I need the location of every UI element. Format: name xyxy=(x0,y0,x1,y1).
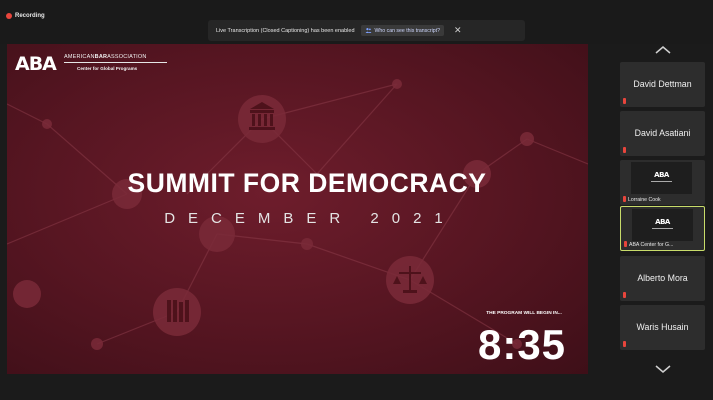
participant-tile-active-speaker[interactable]: ABA ABA Center for G... xyxy=(620,206,705,251)
mic-muted-icon xyxy=(624,241,627,247)
mic-muted-icon xyxy=(623,98,626,104)
participant-tile[interactable]: Alberto Mora xyxy=(620,256,705,301)
participant-name: David Asatiani xyxy=(634,128,691,138)
people-icon xyxy=(365,27,371,33)
participant-name: Alberto Mora xyxy=(637,273,688,283)
recording-indicator: Recording xyxy=(6,13,45,19)
top-bar: Recording Live Transcription (Closed Cap… xyxy=(0,0,713,44)
aba-org-name: AMERICANBARASSOCIATION xyxy=(64,54,147,60)
participant-tile[interactable]: David Dettman xyxy=(620,62,705,107)
chevron-down-icon[interactable] xyxy=(653,363,673,375)
participant-name: Waris Husain xyxy=(636,322,689,332)
recording-label: Recording xyxy=(15,13,45,19)
slide-title: SUMMIT FOR DEMOCRACY xyxy=(127,168,487,198)
aba-logo-divider xyxy=(652,228,673,229)
aba-logo-divider xyxy=(651,181,672,182)
aba-logo: ABA xyxy=(15,53,57,75)
chevron-up-icon[interactable] xyxy=(653,44,673,56)
participant-name: David Dettman xyxy=(633,79,692,89)
shared-screen: ABA AMERICANBARASSOCIATION Center for Gl… xyxy=(7,44,588,374)
aba-logo: ABA xyxy=(655,218,670,226)
recording-dot-icon xyxy=(6,13,12,19)
participant-video: ABA xyxy=(631,162,692,194)
mic-muted-icon xyxy=(623,292,626,298)
close-icon[interactable]: ✕ xyxy=(454,26,462,35)
countdown-timer: 8:35 xyxy=(477,321,567,368)
participant-tile[interactable]: ABA Lorraine Cook xyxy=(620,160,705,205)
mic-muted-icon xyxy=(623,341,626,347)
participant-sidebar: David Dettman David Asatiani ABA Lorrain… xyxy=(616,37,713,400)
aba-logo: ABA xyxy=(654,171,669,179)
who-can-see-transcript-label: Who can see this transcript? xyxy=(374,27,440,34)
aba-org-subtitle: Center for Global Programs xyxy=(77,66,138,71)
transcription-banner-text: Live Transcription (Closed Captioning) h… xyxy=(216,27,355,34)
participant-name: Lorraine Cook xyxy=(628,197,661,203)
mic-muted-icon xyxy=(623,196,626,202)
transcription-banner: Live Transcription (Closed Captioning) h… xyxy=(208,20,525,41)
aba-logo-divider xyxy=(64,62,167,63)
countdown-label: THE PROGRAM WILL BEGIN IN... xyxy=(486,311,562,316)
participant-tile[interactable]: Waris Husain xyxy=(620,305,705,350)
participant-tile[interactable]: David Asatiani xyxy=(620,111,705,156)
mic-muted-icon xyxy=(623,147,626,153)
slide-subtitle: DECEMBER 2021 xyxy=(164,210,456,227)
participant-name: ABA Center for G... xyxy=(629,242,674,248)
who-can-see-transcript-button[interactable]: Who can see this transcript? xyxy=(360,25,444,36)
participant-video: ABA xyxy=(632,209,693,241)
